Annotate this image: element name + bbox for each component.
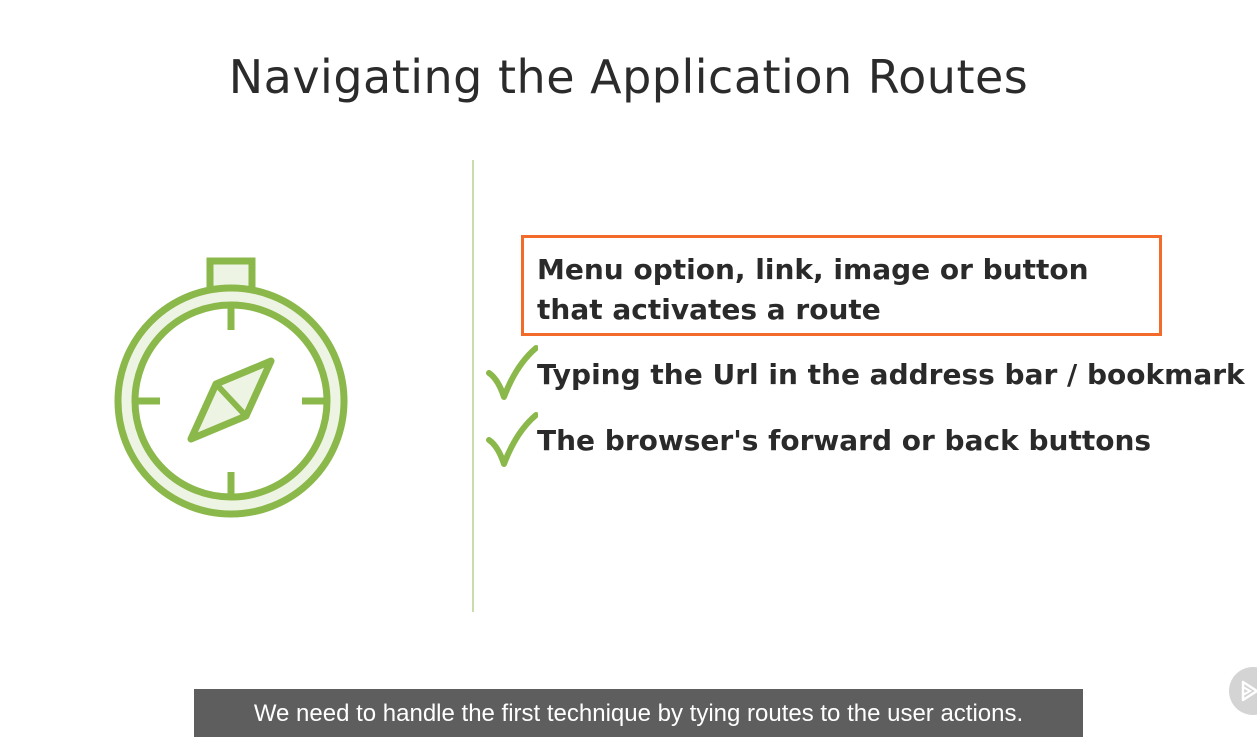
vertical-divider xyxy=(472,160,474,612)
check-icon xyxy=(486,412,538,467)
bullet-menu-option: Menu option, link, image or button that … xyxy=(537,253,1089,326)
play-next-button[interactable] xyxy=(1229,667,1257,715)
compass-icon xyxy=(114,257,348,518)
slide-title: Navigating the Application Routes xyxy=(228,50,1029,104)
subtitle-caption: We need to handle the first technique by… xyxy=(194,689,1083,737)
bullet-typing-url: Typing the Url in the address bar / book… xyxy=(537,358,1245,391)
play-next-icon xyxy=(1241,680,1257,702)
slide: Navigating the Application Routes Menu o… xyxy=(0,0,1257,737)
check-icon xyxy=(486,345,538,400)
bullet-browser-buttons: The browser's forward or back buttons xyxy=(537,424,1152,457)
